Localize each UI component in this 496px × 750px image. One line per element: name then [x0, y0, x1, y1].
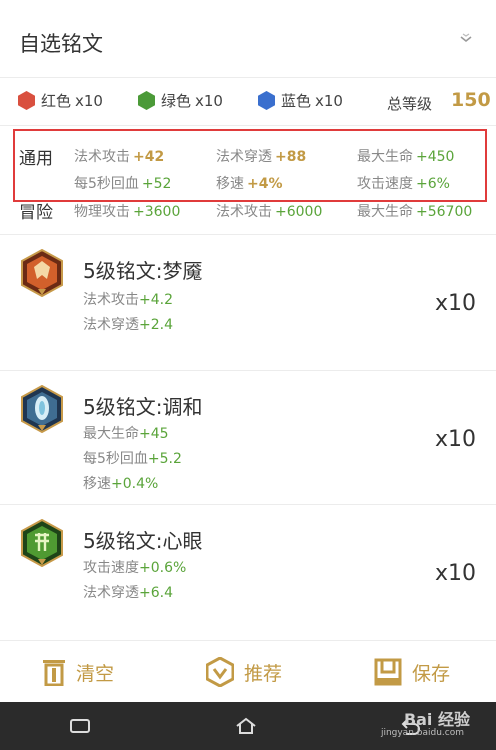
- home-icon[interactable]: [234, 716, 258, 736]
- rune-attr: 法术穿透+6.4: [83, 585, 173, 601]
- gem-green: 绿色 x10: [138, 90, 223, 111]
- rune-quantity: x10: [434, 561, 476, 586]
- stat-move-speed: 移速 +4%: [216, 176, 283, 192]
- rune-attr: 法术攻击+4.2: [83, 292, 173, 308]
- gem-count: x10: [315, 91, 343, 110]
- list-item[interactable]: 5级铭文:心眼 攻击速度+0.6% 法术穿透+6.4 x10: [0, 504, 496, 638]
- rune-quantity: x10: [434, 427, 476, 452]
- bottom-action-bar: 清空 推荐 保存: [0, 640, 496, 702]
- stat-adv-physical-attack: 物理攻击 +3600: [74, 204, 181, 220]
- save-label: 保存: [412, 662, 451, 685]
- insight-rune-icon: [21, 519, 63, 567]
- gem-count: x10: [195, 91, 223, 110]
- gem-label: 红色: [41, 92, 72, 110]
- rune-attr: 攻击速度+0.6%: [83, 560, 187, 576]
- save-button[interactable]: 保存: [374, 655, 450, 689]
- rune-name: 5级铭文:梦魇: [83, 259, 203, 283]
- adventure-label: 冒险: [19, 203, 53, 223]
- watermark: Bai 经验: [403, 710, 470, 729]
- collapse-chevron-icon[interactable]: [458, 30, 474, 46]
- gem-summary: 红色 x10 绿色 x10 蓝色 x10 总等级 150: [0, 78, 496, 126]
- gem-blue: 蓝色 x10: [258, 90, 343, 111]
- rune-attr: 每5秒回血+5.2: [83, 451, 182, 467]
- trash-icon: [43, 660, 65, 686]
- red-hexagon-icon: [18, 91, 35, 110]
- stat-attack-speed: 攻击速度 +6%: [357, 176, 450, 192]
- rune-attr: 移速+0.4%: [83, 476, 159, 492]
- system-nav-bar: Bai 经验 jingyan.baidu.com: [0, 702, 496, 750]
- gem-red: 红色 x10: [18, 90, 103, 111]
- rune-attr: 法术穿透+2.4: [83, 317, 173, 333]
- stat-adv-magic-attack: 法术攻击 +6000: [216, 204, 323, 220]
- stat-hp-regen: 每5秒回血 +52: [74, 176, 172, 192]
- rune-name: 5级铭文:心眼: [83, 529, 203, 553]
- clear-button[interactable]: 清空: [42, 655, 114, 689]
- recommend-label: 推荐: [244, 662, 283, 685]
- stats-panel: 通用 法术攻击 +42 法术穿透 +88 最大生命 +450 每5秒回血 +52 移速 +…: [0, 126, 496, 234]
- list-item[interactable]: 5级铭文:调和 最大生命+45 每5秒回血+5.2 移速+0.4% x10: [0, 370, 496, 504]
- blue-hexagon-icon: [258, 91, 275, 110]
- recommend-shield-icon: [206, 657, 234, 687]
- harmony-rune-icon: [21, 385, 63, 433]
- nightmare-rune-icon: [21, 249, 63, 297]
- save-icon: [374, 658, 402, 686]
- green-hexagon-icon: [138, 91, 155, 110]
- list-item[interactable]: 5级铭文:梦魇 法术攻击+4.2 法术穿透+2.4 x10: [0, 234, 496, 368]
- recent-apps-icon[interactable]: [68, 716, 92, 736]
- stat-magic-attack: 法术攻击 +42: [74, 149, 165, 165]
- total-level-value: 150: [451, 89, 491, 111]
- total-level-label: 总等级: [387, 95, 433, 113]
- clear-label: 清空: [76, 662, 115, 685]
- gem-count: x10: [75, 91, 103, 110]
- gem-label: 绿色: [161, 92, 192, 110]
- rune-attr: 最大生命+45: [83, 426, 169, 442]
- rune-quantity: x10: [434, 291, 476, 316]
- watermark-sub: jingyan.baidu.com: [380, 728, 464, 738]
- gem-label: 蓝色: [281, 92, 312, 110]
- stat-max-hp: 最大生命 +450: [357, 149, 455, 165]
- stat-adv-max-hp: 最大生命 +56700: [357, 204, 473, 220]
- rune-name: 5级铭文:调和: [83, 395, 203, 419]
- header: 自选铭文: [0, 0, 496, 78]
- general-label: 通用: [19, 149, 53, 169]
- recommend-button[interactable]: 推荐: [206, 655, 282, 689]
- page-title: 自选铭文: [19, 32, 103, 56]
- stat-magic-pierce: 法术穿透 +88: [216, 149, 307, 165]
